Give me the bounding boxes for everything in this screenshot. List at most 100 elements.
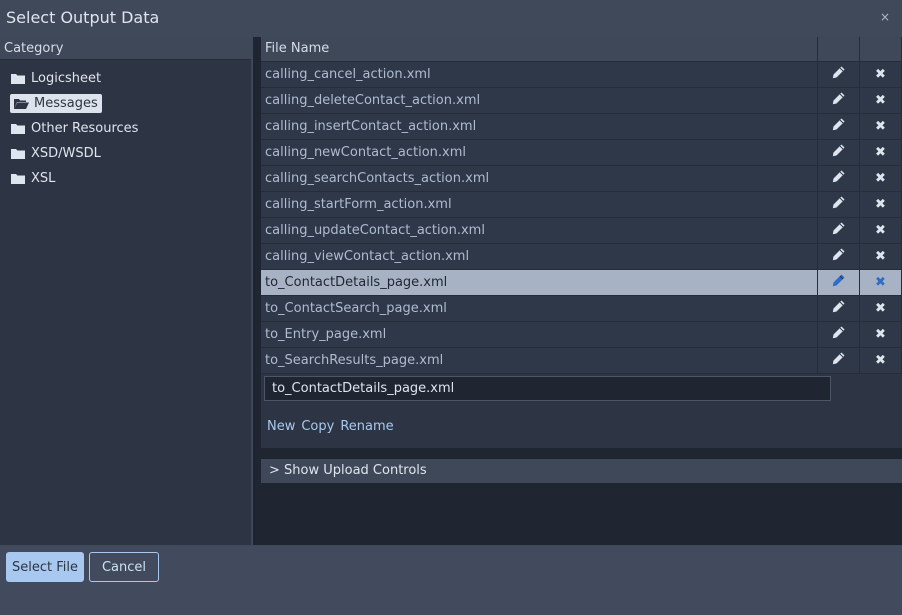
delete-column-header: [859, 37, 902, 62]
category-item-messages[interactable]: Messages: [0, 91, 251, 116]
file-name-cell[interactable]: to_ContactSearch_page.xml: [261, 295, 818, 322]
table-header-row: File Name: [261, 37, 902, 62]
category-item-content: Other Resources: [11, 121, 138, 136]
pencil-icon[interactable]: [832, 66, 845, 83]
file-name-cell[interactable]: calling_cancel_action.xml: [261, 61, 818, 88]
delete-cell: ✖: [859, 61, 902, 88]
pencil-icon[interactable]: [832, 118, 845, 135]
delete-cell: ✖: [859, 191, 902, 218]
category-item-other-resources[interactable]: Other Resources: [0, 116, 251, 141]
file-name-cell[interactable]: calling_newContact_action.xml: [261, 139, 818, 166]
file-name-cell[interactable]: calling_updateContact_action.xml: [261, 217, 818, 244]
file-name-cell[interactable]: calling_deleteContact_action.xml: [261, 87, 818, 114]
cancel-button[interactable]: Cancel: [89, 552, 159, 582]
pencil-icon[interactable]: [832, 222, 845, 239]
delete-icon[interactable]: ✖: [875, 224, 886, 237]
delete-cell: ✖: [859, 165, 902, 192]
file-name-cell[interactable]: calling_searchContacts_action.xml: [261, 165, 818, 192]
edit-cell: [817, 321, 860, 348]
edit-cell: [817, 217, 860, 244]
table-row[interactable]: calling_searchContacts_action.xml ✖: [261, 165, 902, 192]
table-row[interactable]: calling_deleteContact_action.xml ✖: [261, 87, 902, 114]
table-row[interactable]: calling_cancel_action.xml ✖: [261, 61, 902, 88]
delete-icon[interactable]: ✖: [875, 94, 886, 107]
edit-cell: [817, 61, 860, 88]
edit-cell: [817, 113, 860, 140]
table-row[interactable]: calling_newContact_action.xml ✖: [261, 139, 902, 166]
dialog-title: Select Output Data: [6, 8, 160, 27]
category-list: Logicsheet Messages Other Resources XSD/WSD…: [0, 60, 251, 191]
edit-cell: [817, 87, 860, 114]
category-header: Category: [0, 37, 251, 60]
pencil-icon[interactable]: [832, 170, 845, 187]
delete-icon[interactable]: ✖: [875, 198, 886, 211]
select-file-button[interactable]: Select File: [6, 552, 84, 582]
file-name-cell[interactable]: to_Entry_page.xml: [261, 321, 818, 348]
table-row[interactable]: calling_insertContact_action.xml ✖: [261, 113, 902, 140]
table-row[interactable]: calling_updateContact_action.xml ✖: [261, 217, 902, 244]
filename-input[interactable]: to_ContactDetails_page.xml: [264, 376, 831, 401]
pencil-icon[interactable]: [832, 248, 845, 265]
delete-cell: ✖: [859, 217, 902, 244]
category-item-label: Other Resources: [31, 121, 139, 136]
category-item-xsl[interactable]: XSL: [0, 166, 251, 191]
category-item-logicsheet[interactable]: Logicsheet: [0, 66, 251, 91]
pencil-icon[interactable]: [832, 352, 845, 369]
delete-icon[interactable]: ✖: [875, 250, 886, 263]
category-item-label: Messages: [34, 96, 98, 111]
pencil-icon[interactable]: [832, 196, 845, 213]
category-item-label: Logicsheet: [31, 71, 102, 86]
folder-icon: [11, 173, 25, 184]
edit-cell: [817, 269, 860, 296]
file-name-cell[interactable]: calling_viewContact_action.xml: [261, 243, 818, 270]
close-icon[interactable]: ×: [880, 10, 890, 24]
delete-icon[interactable]: ✖: [875, 146, 886, 159]
category-item-content: XSL: [11, 171, 55, 186]
title-bar: Select Output Data ×: [0, 0, 902, 36]
category-item-xsd-wsdl[interactable]: XSD/WSDL: [0, 141, 251, 166]
file-name-cell[interactable]: to_SearchResults_page.xml: [261, 347, 818, 374]
table-row[interactable]: to_ContactDetails_page.xml ✖: [261, 269, 902, 296]
table-row[interactable]: to_SearchResults_page.xml ✖: [261, 347, 902, 374]
file-table-container: File Name calling_cancel_action.xml ✖ call…: [261, 37, 902, 448]
table-row[interactable]: to_ContactSearch_page.xml ✖: [261, 295, 902, 322]
file-name-cell[interactable]: calling_insertContact_action.xml: [261, 113, 818, 140]
file-name-cell[interactable]: to_ContactDetails_page.xml: [261, 269, 818, 296]
pencil-icon[interactable]: [832, 326, 845, 343]
edit-cell: [817, 347, 860, 374]
pencil-icon[interactable]: [832, 300, 845, 317]
folder-icon: [11, 123, 25, 134]
delete-icon[interactable]: ✖: [875, 328, 886, 341]
file-name-cell[interactable]: calling_startForm_action.xml: [261, 191, 818, 218]
rename-link[interactable]: Rename: [340, 419, 393, 434]
new-link[interactable]: New: [267, 419, 295, 434]
table-row[interactable]: calling_viewContact_action.xml ✖: [261, 243, 902, 270]
delete-cell: ✖: [859, 347, 902, 374]
category-panel: Category Logicsheet Messages Other Resourc…: [0, 37, 251, 545]
delete-icon[interactable]: ✖: [875, 172, 886, 185]
folder-open-icon: [14, 98, 29, 109]
table-row[interactable]: to_Entry_page.xml ✖: [261, 321, 902, 348]
folder-icon: [11, 73, 25, 84]
edit-cell: [817, 191, 860, 218]
show-upload-controls-toggle[interactable]: > Show Upload Controls: [261, 459, 902, 483]
delete-cell: ✖: [859, 113, 902, 140]
file-panel: File Name calling_cancel_action.xml ✖ call…: [253, 37, 902, 545]
pencil-icon[interactable]: [832, 274, 845, 291]
delete-icon[interactable]: ✖: [875, 354, 886, 367]
delete-icon[interactable]: ✖: [875, 120, 886, 133]
category-item-content: XSD/WSDL: [11, 146, 101, 161]
table-row[interactable]: calling_startForm_action.xml ✖: [261, 191, 902, 218]
delete-icon[interactable]: ✖: [875, 302, 886, 315]
copy-link[interactable]: Copy: [301, 419, 334, 434]
delete-icon[interactable]: ✖: [875, 276, 886, 289]
edit-column-header: [817, 37, 860, 62]
file-table: File Name calling_cancel_action.xml ✖ call…: [261, 37, 902, 374]
delete-icon[interactable]: ✖: [875, 68, 886, 81]
delete-cell: ✖: [859, 139, 902, 166]
pencil-icon[interactable]: [832, 144, 845, 161]
category-item-content: Messages: [10, 94, 102, 113]
delete-cell: ✖: [859, 321, 902, 348]
dialog-footer: Select File Cancel: [0, 546, 902, 615]
pencil-icon[interactable]: [832, 92, 845, 109]
